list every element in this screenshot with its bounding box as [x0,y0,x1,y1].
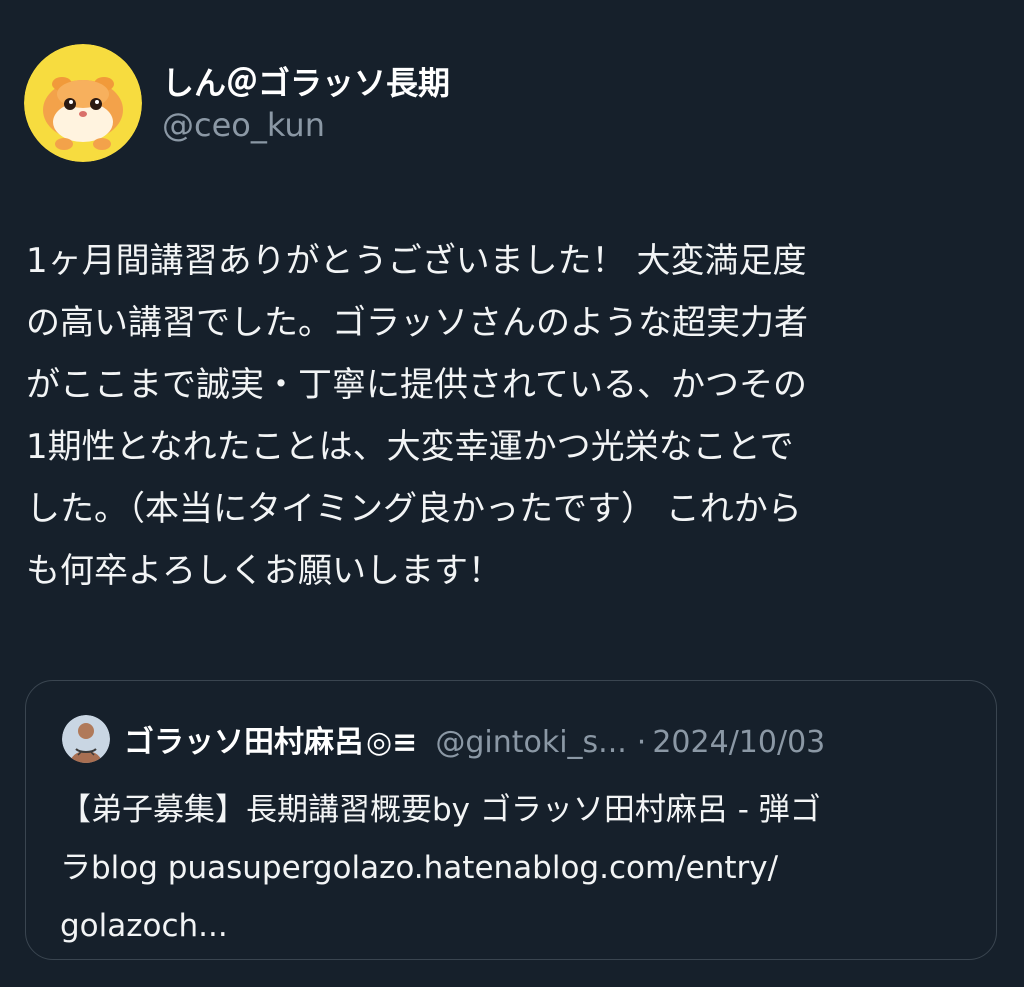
tweet-text: 1ヶ月間講習ありがとうございました！ 大変満足度 の高い講習でした。ゴラッソさん… [26,241,808,591]
header-separator: · [636,725,647,760]
user-handle[interactable]: @ceo_kun [162,106,325,144]
display-name[interactable]: しん＠ゴラッソ長期 [162,58,450,104]
quoted-display-name[interactable]: ゴラッソ田村麻呂 [124,717,364,761]
quoted-user-handle[interactable]: @gintoki_s... [435,725,626,760]
tweet: しん＠ゴラッソ長期 @ceo_kun 1ヶ月間講習ありがとうございました！ 大変… [0,0,1024,987]
user-avatar[interactable] [24,44,142,162]
quoted-tweet-header: ゴラッソ田村麻呂 ◎≡ @gintoki_s... · 2024/10/03 [124,717,825,761]
pui-pui-molcar-avatar-icon [24,44,142,162]
quoted-tweet-card[interactable]: ゴラッソ田村麻呂 ◎≡ @gintoki_s... · 2024/10/03 【… [25,680,997,960]
quoted-tweet-text: 【弟子募集】長期講習概要by ゴラッソ田村麻呂 - 弾ゴ ラblog puasu… [60,792,821,944]
user-photo-avatar-icon [62,715,110,763]
quoted-user-avatar[interactable] [62,715,110,763]
quoted-tweet-date[interactable]: 2024/10/03 [652,725,825,760]
quoted-name-symbol: ◎≡ [366,725,418,760]
